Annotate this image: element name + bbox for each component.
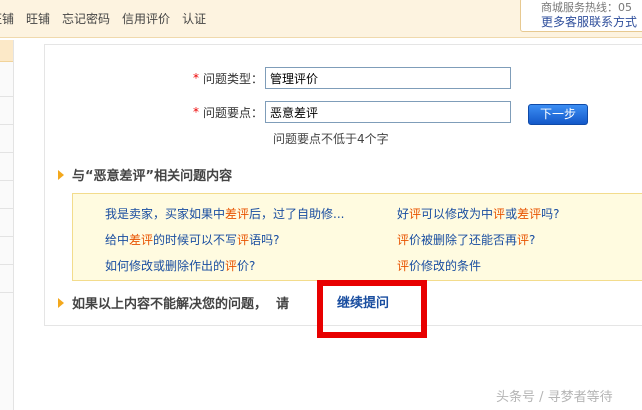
question-type-row: * 问题类型： [193, 67, 512, 89]
arrow-right-icon [58, 297, 64, 308]
question-point-row: * 问题要点： [193, 101, 512, 123]
required-mark: * [193, 105, 199, 119]
link-text: ? [529, 233, 536, 247]
related-section-title: 与“恶意差评”相关问题内容 [58, 165, 232, 184]
related-link-2[interactable]: 好评可以修改为中评或差评吗? [397, 205, 559, 222]
link-highlight: 评 [517, 233, 530, 247]
link-highlight: 差评 [129, 233, 154, 247]
link-text: 好 [397, 207, 410, 221]
link-text: 价? [237, 259, 256, 273]
link-highlight: 评 [237, 233, 250, 247]
sidebar-divider [0, 208, 13, 209]
related-link-6[interactable]: 评价修改的条件 [397, 257, 481, 274]
link-highlight: 评 [397, 259, 410, 273]
highlight-annotation-box [317, 280, 427, 338]
unresolved-text: 如果以上内容不能解决您的问题， 请 [72, 297, 290, 312]
nav-item-certification[interactable]: 认证 [182, 10, 206, 27]
link-text: 给中 [105, 233, 130, 247]
related-link-3[interactable]: 给中差评的时候可以不写评语吗? [105, 231, 279, 248]
sidebar-divider [0, 292, 13, 293]
top-nav: 旺铺 旺铺 忘记密码 信用评价 认证 [0, 10, 206, 27]
question-point-label: 问题要点： [203, 105, 264, 120]
nav-item-wangpu-1[interactable]: 旺铺 [0, 10, 14, 27]
related-link-4[interactable]: 评价被删除了还能否再评? [397, 231, 535, 248]
sidebar-divider [0, 180, 13, 181]
more-contact-link[interactable]: 更多客服联系方式 › [541, 13, 642, 30]
related-title-text: 与“恶意差评”相关问题内容 [72, 169, 233, 184]
link-text: 可以修改为中 [421, 207, 494, 221]
link-highlight: 评 [225, 259, 238, 273]
top-bar: 旺铺 旺铺 忘记密码 信用评价 认证 商城服务热线：05 更多客服联系方式 › [0, 0, 642, 38]
link-highlight: 差评 [225, 207, 250, 221]
sidebar-tab[interactable] [0, 40, 13, 62]
sidebar-divider [0, 124, 13, 125]
sidebar-divider [0, 264, 13, 265]
link-text: 如何修改或删除作出的 [105, 259, 226, 273]
question-point-hint: 问题要点不低于4个字 [273, 132, 389, 146]
sidebar-divider [0, 236, 13, 237]
link-text: 吗? [541, 207, 560, 221]
question-type-input[interactable] [265, 67, 512, 89]
link-text: 语吗? [249, 233, 280, 247]
sidebar-divider [0, 152, 13, 153]
link-text: 的时候可以不写 [153, 233, 238, 247]
question-type-label: 问题类型： [203, 71, 264, 86]
left-sidebar [0, 40, 14, 410]
nav-item-wangpu[interactable]: 旺铺 [26, 10, 50, 27]
link-highlight: 评 [409, 207, 422, 221]
link-text: 价修改的条件 [409, 259, 482, 273]
question-point-input[interactable] [265, 101, 512, 123]
nav-item-forgot-password[interactable]: 忘记密码 [62, 10, 110, 27]
related-link-5[interactable]: 如何修改或删除作出的评价? [105, 257, 255, 274]
related-questions-box: 我是卖家，买家如果中差评后，过了自助修... 好评可以修改为中评或差评吗? 给中… [72, 193, 642, 281]
link-text: 价被删除了还能否再 [409, 233, 518, 247]
related-link-1[interactable]: 我是卖家，买家如果中差评后，过了自助修... [105, 205, 344, 222]
arrow-right-icon [58, 169, 64, 180]
link-highlight: 评 [493, 207, 506, 221]
link-highlight: 差评 [517, 207, 542, 221]
nav-item-credit-rating[interactable]: 信用评价 [122, 10, 170, 27]
link-text: 我是卖家，买家如果中 [105, 207, 226, 221]
link-text: 或 [505, 207, 518, 221]
link-text: 后，过了自助修... [249, 207, 345, 221]
hotline-box: 商城服务热线：05 更多客服联系方式 › [520, 0, 642, 32]
unresolved-row: 如果以上内容不能解决您的问题， 请 [58, 293, 289, 312]
watermark: 头条号 / 寻梦者等待 [496, 390, 613, 405]
required-mark: * [193, 71, 199, 85]
link-highlight: 评 [397, 233, 410, 247]
sidebar-divider [0, 96, 13, 97]
next-step-button[interactable]: 下一步 [528, 104, 588, 125]
